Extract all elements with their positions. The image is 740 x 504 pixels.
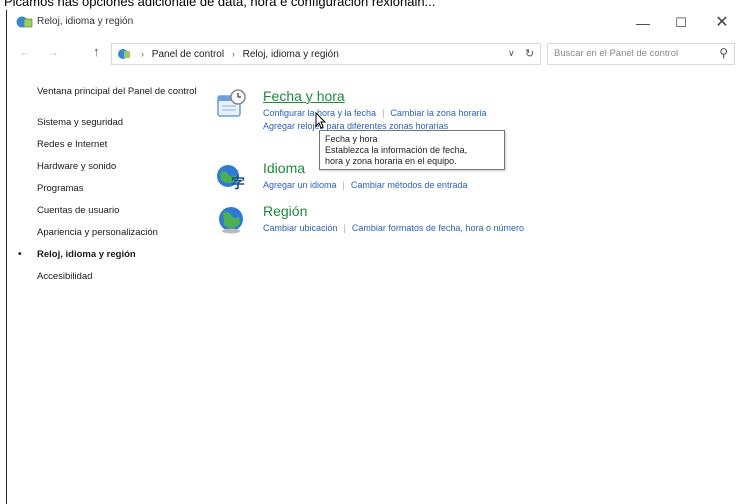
breadcrumb-control-panel[interactable]: Panel de control bbox=[152, 49, 224, 60]
search-placeholder: Buscar en el Panel de control bbox=[554, 48, 679, 59]
category-links: Configurar la hora y la fecha | Cambiar la… bbox=[263, 108, 487, 118]
category-links: Agregar un idioma | Cambiar métodos de ent… bbox=[263, 180, 468, 190]
navigation-bar: ← → ↑ › Panel de control › Reloj, idioma… bbox=[7, 40, 740, 68]
sidebar-item-programs[interactable]: Programas bbox=[37, 178, 197, 200]
control-panel-icon bbox=[118, 49, 130, 59]
up-arrow-icon[interactable]: ↑ bbox=[93, 44, 100, 59]
link-change-time-zone[interactable]: Cambiar la zona horaria bbox=[390, 108, 486, 118]
mouse-cursor-icon bbox=[315, 112, 327, 129]
tooltip-title: Fecha y hora bbox=[325, 134, 378, 144]
control-panel-window: Reloj, idioma y región — ☐ ✕ ← → ↑ › Pan… bbox=[6, 10, 740, 504]
sidebar-item-home[interactable]: Ventana principal del Panel de control bbox=[37, 86, 197, 98]
breadcrumb-separator-icon: › bbox=[231, 49, 235, 59]
search-icon[interactable]: ⚲ bbox=[719, 46, 728, 60]
breadcrumb-separator-icon: › bbox=[141, 49, 144, 59]
chevron-down-icon[interactable]: ∨ bbox=[508, 48, 515, 59]
breadcrumb: › Panel de control › Reloj, idioma y reg… bbox=[136, 49, 339, 60]
calendar-clock-icon bbox=[217, 89, 246, 117]
address-bar[interactable]: › Panel de control › Reloj, idioma y reg… bbox=[111, 43, 541, 65]
svg-text:字: 字 bbox=[231, 175, 245, 192]
sidebar: Ventana principal del Panel de control S… bbox=[18, 86, 197, 288]
sidebar-item-accounts[interactable]: Cuentas de usuario bbox=[37, 200, 197, 222]
sidebar-item-network[interactable]: Redes e Internet bbox=[37, 134, 197, 156]
sidebar-item-clock-region[interactable]: • Reloj, idioma y región bbox=[18, 244, 197, 266]
title-bar: Reloj, idioma y región — ☐ ✕ bbox=[7, 10, 740, 36]
tooltip-line: Establezca la información de fecha, bbox=[325, 145, 468, 155]
window-title: Reloj, idioma y región bbox=[37, 16, 134, 27]
category-title-region[interactable]: Región bbox=[263, 203, 307, 219]
forward-arrow-icon[interactable]: → bbox=[47, 45, 59, 59]
tooltip: Fecha y hora Establezca la información d… bbox=[319, 130, 505, 170]
sidebar-item-appearance[interactable]: Apariencia y personalización bbox=[37, 222, 197, 244]
category-title-language[interactable]: Idioma bbox=[263, 160, 305, 176]
sidebar-item-label: Reloj, idioma y región bbox=[37, 249, 136, 260]
link-add-language[interactable]: Agregar un idioma bbox=[263, 180, 337, 190]
active-bullet-icon: • bbox=[18, 249, 22, 260]
language-globe-icon: 字 bbox=[217, 165, 245, 192]
tooltip-line: hora y zona horaria en el equipo. bbox=[325, 156, 457, 166]
caption-text: Picamos nas opciones adicionale de data,… bbox=[4, 0, 436, 9]
sidebar-item-accessibility[interactable]: Accesibilidad bbox=[37, 266, 197, 288]
refresh-icon[interactable]: ↻ bbox=[525, 47, 534, 60]
link-change-formats[interactable]: Cambiar formatos de fecha, hora o número bbox=[352, 223, 524, 233]
link-change-location[interactable]: Cambiar ubicación bbox=[263, 223, 338, 233]
region-globe-icon bbox=[219, 207, 243, 234]
control-panel-icon bbox=[16, 16, 33, 28]
sidebar-item-hardware[interactable]: Hardware y sonido bbox=[37, 156, 197, 178]
breadcrumb-current[interactable]: Reloj, idioma y región bbox=[243, 49, 339, 60]
sidebar-item-security[interactable]: Sistema y seguridad bbox=[37, 112, 197, 134]
minimize-button[interactable]: — bbox=[624, 10, 662, 36]
close-button[interactable]: ✕ bbox=[703, 10, 740, 36]
search-input[interactable]: Buscar en el Panel de control ⚲ bbox=[547, 43, 735, 65]
link-change-input-methods[interactable]: Cambiar métodos de entrada bbox=[351, 180, 468, 190]
back-arrow-icon[interactable]: ← bbox=[19, 45, 31, 59]
category-links: Cambiar ubicación | Cambiar formatos de fe… bbox=[263, 223, 524, 233]
maximize-button[interactable]: ☐ bbox=[662, 10, 700, 36]
category-title-date-time[interactable]: Fecha y hora bbox=[263, 88, 345, 104]
